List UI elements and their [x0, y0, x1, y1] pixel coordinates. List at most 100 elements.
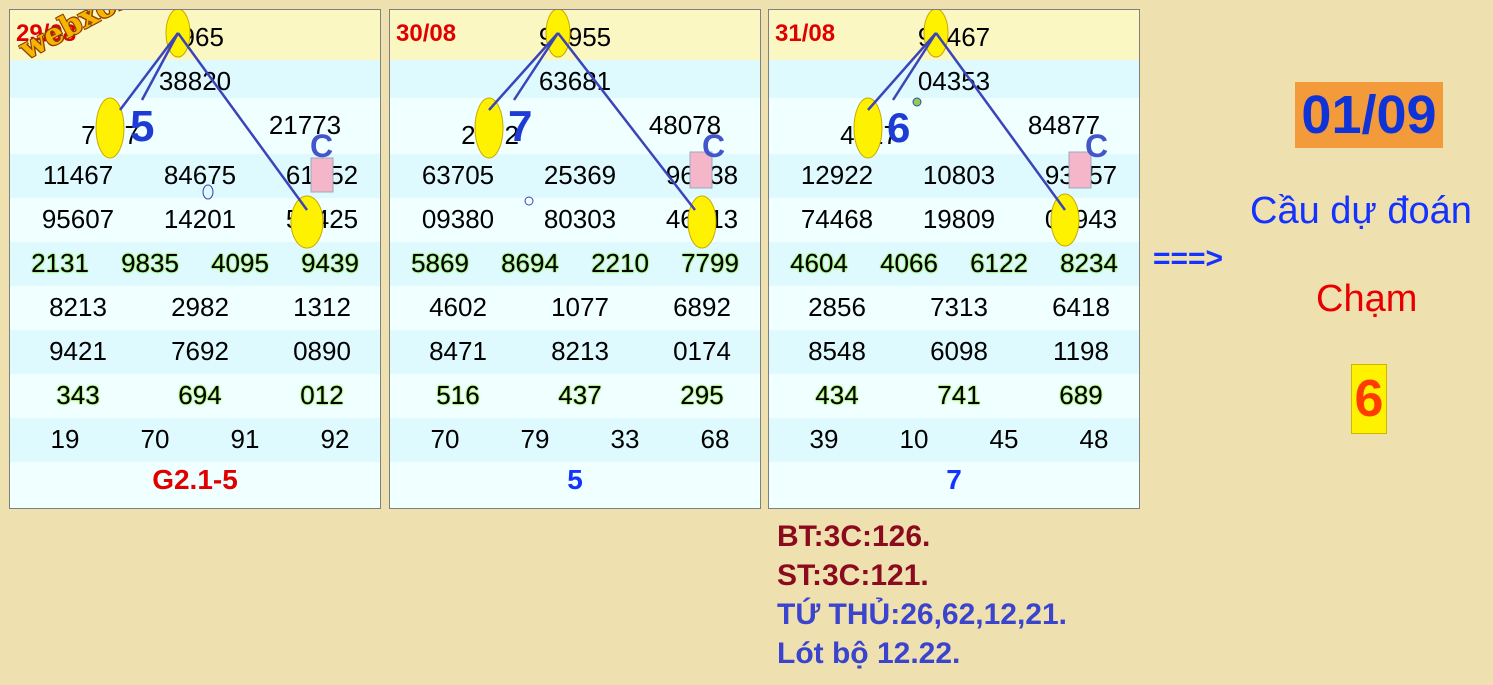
- result-number: 10803: [922, 160, 996, 190]
- result-number: 45: [989, 424, 1019, 454]
- result-number: 1077: [551, 292, 609, 322]
- result-number: 79: [520, 424, 550, 454]
- prediction-date: 01/09: [1295, 82, 1443, 148]
- result-number: 8694: [501, 248, 559, 278]
- result-number: 8213: [551, 336, 609, 366]
- prediction-digit: 6: [1351, 364, 1387, 434]
- c-mark: C: [310, 128, 334, 164]
- result-number: 694: [178, 380, 222, 410]
- result-number: 437: [558, 380, 602, 410]
- result-number: 84675: [163, 160, 237, 190]
- result-number: 6892: [673, 292, 731, 322]
- pattern-digit: 6: [887, 104, 911, 151]
- fifth-prize-row-b: 8548 6098 1198: [769, 330, 1139, 374]
- seventh-prize-row: 39 10 45 48: [769, 418, 1139, 462]
- result-number: 0174: [673, 336, 731, 366]
- results-panel-1: 8965 38820 7157 21773 11467 84675 61952 956…: [9, 9, 381, 509]
- c-mark: C: [702, 128, 726, 164]
- result-number: 33: [610, 424, 640, 454]
- result-number: 70: [140, 424, 170, 454]
- result-number: 1312: [293, 292, 351, 322]
- prediction-subtitle: Chạm: [1316, 278, 1418, 320]
- result-number: 295: [680, 380, 724, 410]
- result-number: 1198: [1053, 336, 1109, 366]
- result-number: 38820: [158, 66, 232, 96]
- fourth-prize-row: 4604 4066 6122 8234: [769, 242, 1139, 286]
- result-number: 70: [430, 424, 460, 454]
- result-number: 7799: [681, 248, 739, 278]
- result-number: 92467: [917, 22, 991, 52]
- result-number: 09380: [421, 204, 495, 234]
- result-number: 2210: [591, 248, 649, 278]
- result-number: 689: [1059, 380, 1103, 410]
- result-number: 8548: [808, 336, 866, 366]
- result-number: 4095: [211, 248, 269, 278]
- result-number: 63705: [421, 160, 495, 190]
- results-panel-3: 92467 04353 4217 84877 12922 10803 93157 74…: [768, 9, 1140, 509]
- result-number: 6098: [930, 336, 988, 366]
- panel-footer: G2.1-5: [152, 464, 238, 495]
- result-number: 10: [899, 424, 929, 454]
- result-number: 8234: [1060, 248, 1118, 278]
- third-prize-row-b: 95607 14201 55425: [10, 198, 380, 242]
- fifth-prize-row-a: 2856 7313 6418: [769, 286, 1139, 330]
- sixth-prize-row: 343 694 012: [10, 374, 380, 418]
- note-bt: BT:3C:126.: [777, 520, 931, 553]
- result-number: 343: [56, 380, 100, 410]
- result-number: 5869: [411, 248, 469, 278]
- seventh-prize-row: 19 70 91 92: [10, 418, 380, 462]
- sixth-prize-row: 516 437 295: [390, 374, 760, 418]
- first-prize-row: 04353: [769, 60, 1139, 98]
- result-number: 8471: [429, 336, 487, 366]
- fourth-prize-row: 5869 8694 2210 7799: [390, 242, 760, 286]
- result-number: 8213: [49, 292, 107, 322]
- note-lot-bo: Lót bộ 12.22.: [777, 637, 961, 670]
- result-number: 7692: [171, 336, 229, 366]
- result-number: 74468: [800, 204, 874, 234]
- result-number: 80303: [543, 204, 617, 234]
- result-number: 012: [300, 380, 344, 410]
- prediction-title: Cầu dự đoán: [1250, 190, 1472, 232]
- pattern-digit: 7: [508, 102, 533, 151]
- result-number: 516: [436, 380, 480, 410]
- result-number: 96955: [538, 22, 612, 52]
- first-prize-row: 63681: [390, 60, 760, 98]
- fourth-prize-row: 2131 9835 4095 9439: [10, 242, 380, 286]
- result-number: 11467: [42, 160, 114, 190]
- third-prize-row-a: 12922 10803 93157: [769, 154, 1139, 198]
- note-st: ST:3C:121.: [777, 559, 929, 592]
- result-number: 91: [230, 424, 260, 454]
- seventh-prize-row: 70 79 33 68: [390, 418, 760, 462]
- fifth-prize-row-a: 4602 1077 6892: [390, 286, 760, 330]
- result-number: 4602: [429, 292, 487, 322]
- result-number: 63681: [538, 66, 612, 96]
- draw-date: 31/08: [775, 20, 836, 47]
- draw-date: 30/08: [396, 20, 457, 47]
- result-number: 2982: [171, 292, 229, 322]
- result-number: 8965: [166, 22, 224, 52]
- result-number: 61952: [285, 160, 359, 190]
- result-number: 9439: [301, 248, 359, 278]
- fifth-prize-row-b: 9421 7692 0890: [10, 330, 380, 374]
- result-number: 96438: [665, 160, 739, 190]
- result-number: 2856: [808, 292, 866, 322]
- result-number: 9835: [121, 248, 179, 278]
- result-number: 25369: [543, 160, 617, 190]
- result-number: 4604: [790, 248, 848, 278]
- result-number: 68: [700, 424, 730, 454]
- result-number: 741: [937, 380, 981, 410]
- result-number: 14201: [163, 204, 237, 234]
- result-number: 02943: [1044, 204, 1118, 234]
- pattern-digit: 5: [130, 102, 155, 151]
- result-number: 46713: [665, 204, 739, 234]
- result-number: 55425: [285, 204, 359, 234]
- result-number: 95607: [41, 204, 115, 234]
- panel-footer: 7: [946, 464, 962, 495]
- result-number: 4066: [880, 248, 938, 278]
- first-prize-row: 38820: [10, 60, 380, 98]
- result-number: 434: [815, 380, 859, 410]
- result-number: 0890: [293, 336, 351, 366]
- fifth-prize-row-b: 8471 8213 0174: [390, 330, 760, 374]
- result-number: 19: [50, 424, 80, 454]
- result-number: 6122: [970, 248, 1028, 278]
